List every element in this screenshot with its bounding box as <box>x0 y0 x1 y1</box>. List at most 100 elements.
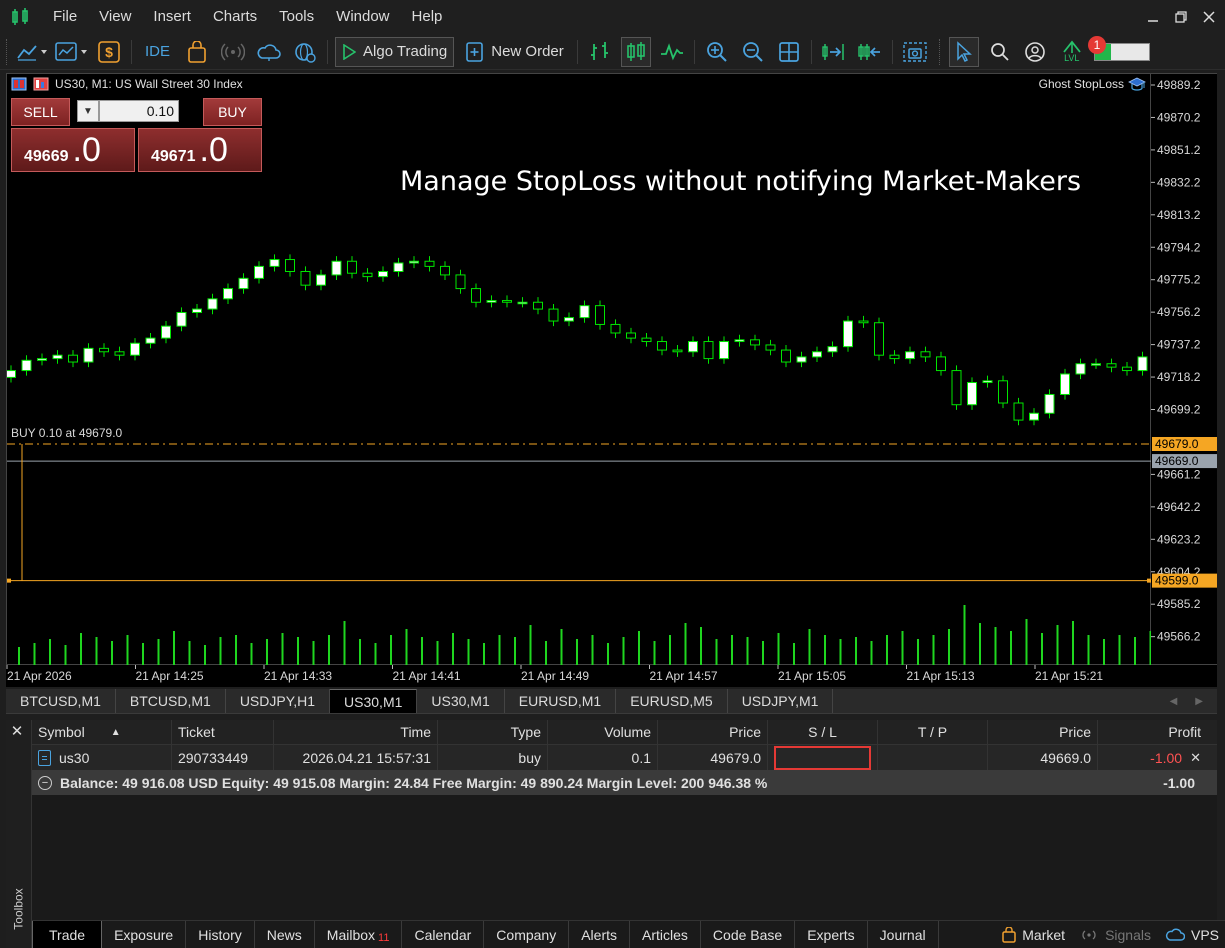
menu-help[interactable]: Help <box>401 0 454 34</box>
tab-calendar[interactable]: Calendar <box>402 921 485 948</box>
price-chart[interactable]: US30, M1: US Wall Street 30 Index Ghost … <box>6 73 1152 665</box>
tab-news[interactable]: News <box>255 921 315 948</box>
signals-icon[interactable] <box>218 37 248 67</box>
buy-price-button[interactable]: 49671 .0 <box>138 128 262 172</box>
menu-window[interactable]: Window <box>325 0 400 34</box>
level-icon[interactable]: LVL <box>1057 37 1087 67</box>
candle-body <box>130 342 140 356</box>
buy-button[interactable]: BUY <box>203 98 262 126</box>
chart-tab[interactable]: USDJPY,M1 <box>728 689 834 713</box>
expert-advisor-label[interactable]: Ghost StopLoss <box>1039 77 1146 91</box>
menu-view[interactable]: View <box>88 0 142 34</box>
col-type[interactable]: Type <box>438 720 548 744</box>
tab-articles[interactable]: Articles <box>630 921 701 948</box>
tab-company[interactable]: Company <box>484 921 570 948</box>
tab-code-base[interactable]: Code Base <box>701 921 796 948</box>
sell-button[interactable]: SELL <box>11 98 70 126</box>
row-sl[interactable] <box>768 745 878 770</box>
scroll-end-icon[interactable] <box>819 37 849 67</box>
algo-trading-button[interactable]: Algo Trading <box>335 36 455 67</box>
col-price[interactable]: Price <box>658 720 768 744</box>
tab-experts[interactable]: Experts <box>795 921 868 948</box>
col-profit[interactable]: Profit <box>1098 720 1207 744</box>
col-time[interactable]: Time <box>274 720 438 744</box>
buy-price-fraction: .0 <box>199 131 228 169</box>
candle <box>951 365 962 410</box>
stop-loss-highlight[interactable] <box>774 745 871 770</box>
market-link[interactable]: Market <box>1002 926 1065 943</box>
chart-type-icon[interactable] <box>16 37 48 67</box>
tab-mailbox[interactable]: Mailbox 11 <box>315 921 403 948</box>
candlestick-icon[interactable] <box>620 36 651 67</box>
menu-file[interactable]: File <box>42 0 88 34</box>
scroll-left-icon[interactable]: ◀ <box>1170 696 1178 707</box>
candle-body <box>362 272 373 278</box>
chart-tab[interactable]: BTCUSD,M1 <box>116 689 226 713</box>
depth-of-market-icon[interactable] <box>33 77 49 91</box>
col-ticket[interactable]: Ticket <box>172 720 274 744</box>
scroll-right-icon[interactable]: ▶ <box>1195 696 1203 707</box>
dollar-icon[interactable]: $ <box>94 37 124 67</box>
close-icon[interactable] <box>1197 5 1221 29</box>
row-tp[interactable] <box>878 745 988 770</box>
new-order-button[interactable]: New Order <box>460 37 570 67</box>
tile-windows-icon[interactable] <box>774 37 804 67</box>
zoom-in-icon[interactable] <box>702 37 732 67</box>
sell-price-button[interactable]: 49669 .0 <box>11 128 135 172</box>
zoom-out-icon[interactable] <box>738 37 768 67</box>
screenshot-icon[interactable] <box>900 37 930 67</box>
time-axis[interactable]: 21 Apr 2026 21 Apr 14:25 21 Apr 14:33 21 Ap… <box>6 665 1217 687</box>
tab-trade[interactable]: Trade <box>32 921 103 948</box>
ide-button[interactable]: IDE <box>139 37 176 67</box>
tab-exposure[interactable]: Exposure <box>102 921 187 948</box>
toolbar-grip[interactable] <box>938 38 943 65</box>
vps-link[interactable]: VPS <box>1165 927 1219 943</box>
chart-shift-icon[interactable] <box>855 37 885 67</box>
col-symbol[interactable]: Symbol ▲ <box>32 720 172 744</box>
cloud-icon[interactable] <box>254 37 284 67</box>
toolbox-close-icon[interactable]: ✕ <box>8 722 26 740</box>
tab-alerts[interactable]: Alerts <box>569 921 631 948</box>
chart-tab[interactable]: USDJPY,H1 <box>226 689 331 713</box>
chart-tab[interactable]: BTCUSD,M1 <box>6 689 116 713</box>
chart-tab-active[interactable]: US30,M1 <box>330 689 418 713</box>
toolbar-grip[interactable] <box>6 38 10 65</box>
chart-overlay-text: Manage StopLoss without notifying Market… <box>400 166 1082 197</box>
minimize-icon[interactable] <box>1141 5 1165 29</box>
close-position-icon[interactable]: ✕ <box>1190 750 1201 766</box>
col-sl[interactable]: S / L <box>768 720 878 744</box>
col-current-price[interactable]: Price <box>988 720 1098 744</box>
tab-history[interactable]: History <box>186 921 255 948</box>
bottom-right-links: Market Signals VPS <box>1002 921 1225 948</box>
chart-tab[interactable]: EURUSD,M1 <box>505 689 617 713</box>
template-icon[interactable] <box>54 37 88 67</box>
signals-link[interactable]: Signals <box>1079 927 1151 943</box>
col-volume[interactable]: Volume <box>548 720 658 744</box>
market-bag-icon[interactable] <box>182 37 212 67</box>
table-row[interactable]: us30 290733449 2026.04.21 15:57:31 buy 0… <box>32 745 1217 770</box>
col-tp[interactable]: T / P <box>878 720 988 744</box>
one-click-trading-icon[interactable] <box>11 77 27 91</box>
volume-down-button[interactable]: ▼ <box>77 100 99 122</box>
cursor-icon[interactable] <box>948 36 979 67</box>
menu-insert[interactable]: Insert <box>142 0 202 34</box>
bar-chart-icon[interactable] <box>585 37 615 67</box>
line-chart-icon[interactable] <box>657 37 687 67</box>
restore-icon[interactable] <box>1169 5 1193 29</box>
candle <box>1060 368 1070 400</box>
account-icon[interactable] <box>1021 37 1051 67</box>
candle <box>843 315 853 352</box>
collapse-icon[interactable]: − <box>38 775 52 790</box>
level-label: LVL <box>1064 53 1080 63</box>
price-axis[interactable]: 49889.2 49870.2 49851.2 49832.2 49813.2 49794… <box>1151 73 1217 665</box>
tab-journal[interactable]: Journal <box>868 921 939 948</box>
menu-tools[interactable]: Tools <box>268 0 325 34</box>
chart-tab[interactable]: EURUSD,M5 <box>616 689 728 713</box>
chart-tab[interactable]: US30,M1 <box>417 689 505 713</box>
vps-globe-icon[interactable] <box>290 37 320 67</box>
search-icon[interactable] <box>985 37 1015 67</box>
new-order-label: New Order <box>491 43 564 60</box>
volume-input[interactable]: 0.10 <box>99 100 179 122</box>
menu-charts[interactable]: Charts <box>202 0 268 34</box>
tab-scroll-arrows: ◀ ▶ <box>1170 689 1217 713</box>
